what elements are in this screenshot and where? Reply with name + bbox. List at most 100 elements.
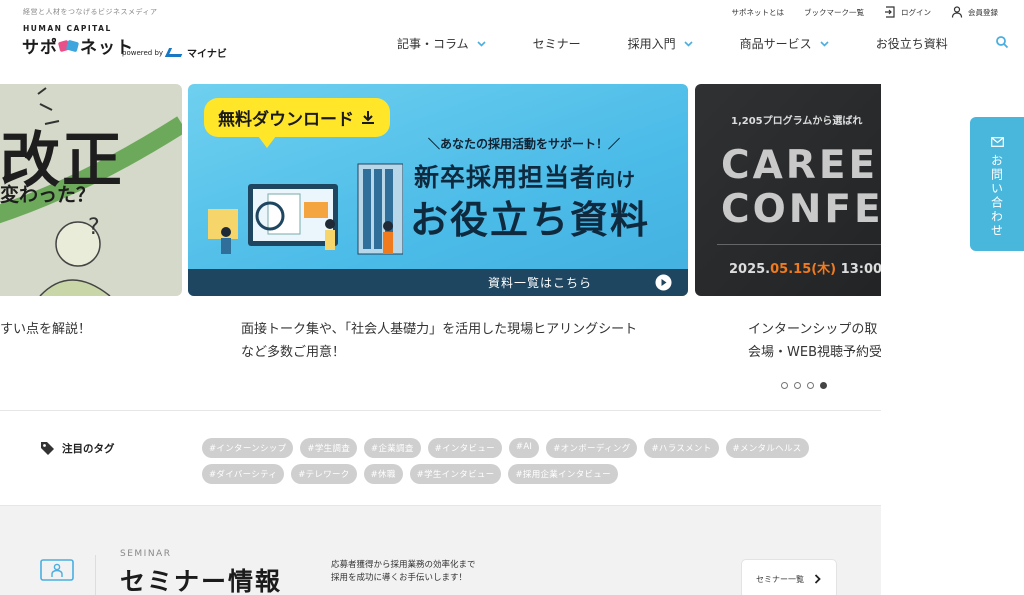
nav-recruit-intro-label: 採用入門	[627, 37, 676, 51]
nav-articles-label: 記事・コラム	[397, 37, 469, 51]
seminar-divider	[95, 555, 96, 595]
nav-articles[interactable]: 記事・コラム	[397, 35, 486, 52]
carousel-slide-next[interactable]: 1,205プログラムから選ばれ CAREER CONFER 2025.05.15…	[695, 84, 881, 296]
chevron-down-icon	[820, 40, 829, 47]
play-circle-icon	[655, 274, 672, 291]
office-illustration-image	[208, 163, 403, 255]
tag-chip[interactable]: #インタビュー	[427, 438, 502, 458]
powered-by-text: powered by	[122, 48, 164, 57]
tag-chip[interactable]: #学生インタビュー	[409, 464, 502, 484]
chevron-down-icon	[684, 40, 693, 47]
powered-by: powered by マイナビ	[122, 45, 227, 60]
carousel-slide-prev[interactable]: ? 改正 変わった？	[0, 84, 182, 296]
free-download-badge: 無料ダウンロード	[204, 98, 390, 137]
slide-title-main: 新卒採用担当者	[414, 163, 597, 192]
slide-cta-bar: 資料一覧はこちら	[188, 269, 688, 296]
slide-next-caption-line1: インターンシップの取	[748, 322, 878, 337]
slide-title-line2: お役立ち資料	[410, 198, 651, 242]
carousel-dot-active[interactable]	[820, 382, 827, 389]
tag-chip[interactable]: #テレワーク	[291, 464, 357, 484]
slide-next-date: 2025.05.15(木) 13:00～	[729, 258, 881, 277]
seminar-desc-line1: 応募者獲得から採用業務の効率化まで	[331, 560, 476, 570]
util-bookmarks-link[interactable]: ブックマーク一覧	[804, 7, 864, 18]
slide-next-divider	[717, 244, 881, 245]
tag-chip[interactable]: #オンボーディング	[546, 438, 638, 458]
contact-tab[interactable]: お問い合わせ	[970, 117, 1024, 251]
slide-next-date-year: 2025.	[729, 262, 771, 277]
tag-chip[interactable]: #採用企業インタビュー	[508, 464, 618, 484]
slide-next-caption[interactable]: インターンシップの取 会場・WEB視聴予約受	[748, 318, 881, 364]
seminar-list-label: セミナー一覧	[756, 574, 804, 584]
site-logo[interactable]: サポ ネット	[22, 33, 134, 58]
slide-prev-subheading: 変わった？	[0, 184, 96, 206]
section-divider	[0, 410, 881, 411]
slide-next-date-time: 13:00～	[840, 262, 881, 277]
seminar-list-button[interactable]: セミナー一覧	[741, 559, 837, 595]
util-register-link[interactable]: 会員登録	[951, 6, 998, 18]
util-register-label: 会員登録	[968, 7, 998, 17]
nav-recruit-intro[interactable]: 採用入門	[628, 35, 693, 52]
nav-services[interactable]: 商品サービス	[740, 35, 829, 52]
free-download-label: 無料ダウンロード	[218, 110, 354, 130]
tag-chip[interactable]: #ダイバーシティ	[202, 464, 285, 484]
util-about-label: サポネットとは	[731, 7, 785, 17]
search-button[interactable]	[995, 35, 1009, 52]
chevron-right-icon	[814, 574, 821, 584]
contact-tab-label: お問い合わせ	[989, 154, 1004, 238]
slide-current-caption[interactable]: 面接トーク集や、「社会人基礎力」を活用した現場ヒアリングシートなど多数ご用意！	[241, 318, 641, 364]
svg-text:?: ?	[88, 215, 100, 240]
nav-resources[interactable]: お役立ち資料	[876, 35, 948, 52]
tag-icon	[41, 442, 54, 455]
seminar-section: SEMINAR セミナー情報 応募者獲得から採用業務の効率化まで 採用を成功に導…	[0, 506, 881, 595]
user-icon	[951, 6, 963, 18]
slide-next-caption-line2: 会場・WEB視聴予約受	[748, 345, 881, 360]
featured-tags-heading: 注目のタグ	[40, 441, 115, 456]
login-icon	[885, 6, 895, 18]
nav-resources-label: お役立ち資料	[875, 37, 948, 51]
nav-services-label: 商品サービス	[739, 37, 812, 51]
seminar-presenter-icon	[40, 559, 74, 581]
util-login-link[interactable]: ログイン	[884, 6, 931, 18]
slide-title-suffix: 向け	[596, 169, 637, 191]
tag-chip[interactable]: #インターンシップ	[202, 438, 294, 458]
slide-next-title-line2: CONFER	[721, 186, 881, 232]
carousel-dot[interactable]	[781, 382, 788, 389]
utility-nav: サポネットとは ブックマーク一覧 ログイン 会員登録	[732, 6, 998, 18]
carousel-slide-current[interactable]: 無料ダウンロード ＼あなたの採用活動をサポート！／ 新卒採用担当者向け お役立ち…	[188, 84, 688, 296]
tag-chip[interactable]: #メンタルヘルス	[725, 438, 809, 458]
tag-chip[interactable]: #AI	[508, 438, 540, 458]
tag-chip[interactable]: #ハラスメント	[644, 438, 719, 458]
mynavi-logo-icon	[164, 48, 186, 57]
carousel-dot[interactable]	[807, 382, 814, 389]
logo-text-left: サポ	[22, 38, 58, 58]
carousel-dot[interactable]	[794, 382, 801, 389]
tag-chip[interactable]: #企業調査	[364, 438, 421, 458]
carousel-pagination	[781, 382, 827, 389]
slide-prev-caption[interactable]: すい点を解説！	[0, 318, 180, 341]
util-login-label: ログイン	[901, 7, 931, 17]
seminar-en-label: SEMINAR	[120, 549, 172, 559]
slide-cta-text: 資料一覧はこちら	[488, 276, 593, 290]
badge-tail	[258, 136, 276, 148]
slide-next-topline: 1,205プログラムから選ばれ	[731, 116, 863, 127]
tag-list: #インターンシップ #学生調査 #企業調査 #インタビュー #AI #オンボーデ…	[202, 438, 842, 484]
slide-catchphrase: ＼あなたの採用活動をサポート！／	[428, 137, 621, 151]
featured-tags-label: 注目のタグ	[62, 443, 115, 455]
seminar-desc-line2: 採用を成功に導くお手伝いします！	[331, 573, 468, 583]
util-bookmarks-label: ブックマーク一覧	[804, 7, 864, 17]
seminar-title: セミナー情報	[120, 567, 283, 595]
slide-next-date-day: 05.15(木)	[770, 262, 837, 277]
site-tagline: 経営と人材をつなげるビジネスメディア	[23, 8, 158, 16]
chevron-down-icon	[477, 40, 486, 47]
logo-subtitle: HUMAN CAPITAL	[23, 24, 112, 33]
util-about-link[interactable]: サポネットとは	[732, 7, 785, 18]
tag-chip[interactable]: #休職	[363, 464, 403, 484]
nav-seminar[interactable]: セミナー	[533, 35, 581, 52]
mail-icon	[990, 137, 1004, 147]
slide-next-title-line1: CAREER	[721, 143, 881, 188]
main-nav: 記事・コラム セミナー 採用入門 商品サービス お役立ち資料	[397, 35, 1009, 52]
search-icon	[995, 36, 1008, 49]
tag-chip[interactable]: #学生調査	[300, 438, 358, 458]
partner-name: マイナビ	[187, 49, 227, 60]
hero-carousel: ? 改正 変わった？ 無料ダウンロード ＼あなたの採用活動をサポート！／ 新卒採…	[0, 84, 881, 296]
